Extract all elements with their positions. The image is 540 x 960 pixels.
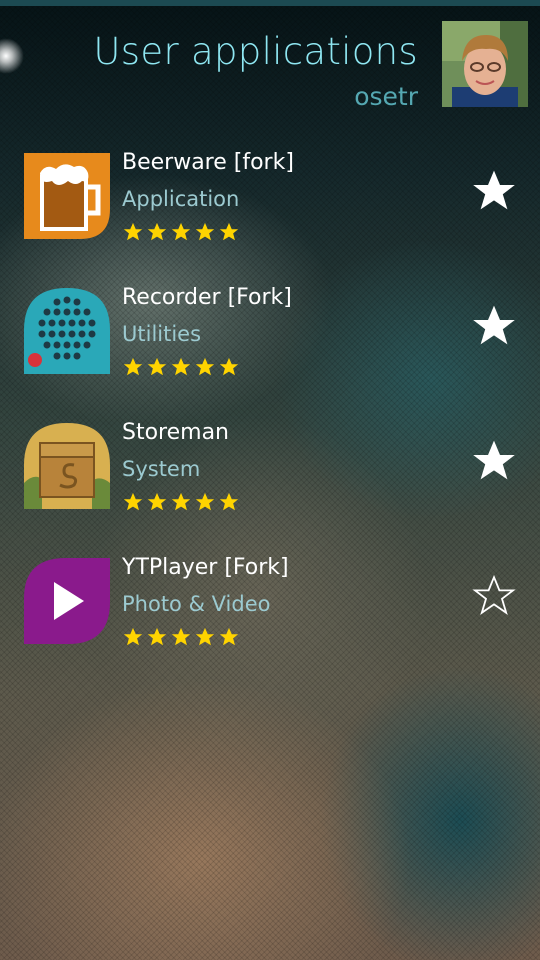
star-filled-icon xyxy=(473,305,515,345)
page-title: User applications xyxy=(93,30,418,73)
star-icon xyxy=(171,492,191,511)
app-name: Storeman xyxy=(122,420,230,445)
star-icon xyxy=(195,492,215,511)
star-icon xyxy=(147,492,167,511)
star-icon xyxy=(171,357,191,376)
favorite-star-button[interactable] xyxy=(470,572,518,620)
favorite-star-button[interactable] xyxy=(470,437,518,485)
star-icon xyxy=(147,357,167,376)
star-icon xyxy=(219,222,239,241)
username-label: osetr xyxy=(354,82,418,111)
rating-stars xyxy=(122,626,242,650)
app-name: Recorder [Fork] xyxy=(122,285,292,310)
app-category: Photo & Video xyxy=(122,592,271,616)
star-icon xyxy=(219,627,239,646)
play-icon xyxy=(24,558,110,644)
list-item[interactable]: YTPlayer [Fork] Photo & Video xyxy=(0,540,540,675)
rating-stars xyxy=(122,356,242,380)
star-icon xyxy=(195,357,215,376)
rating-stars xyxy=(122,221,242,245)
list-item[interactable]: Recorder [Fork] Utilities xyxy=(0,270,540,405)
star-filled-icon xyxy=(473,170,515,210)
rating-stars xyxy=(122,491,242,515)
avatar[interactable] xyxy=(442,21,528,107)
recorder-speaker-icon xyxy=(24,288,110,374)
avatar-photo xyxy=(442,21,528,107)
star-icon xyxy=(171,222,191,241)
list-item[interactable]: Beerware [fork] Application xyxy=(0,135,540,270)
star-icon xyxy=(219,492,239,511)
app-category: Application xyxy=(122,187,240,211)
star-icon xyxy=(195,222,215,241)
app-name: YTPlayer [Fork] xyxy=(122,555,289,580)
star-icon xyxy=(147,627,167,646)
app-category: System xyxy=(122,457,201,481)
list-item[interactable]: Storeman System xyxy=(0,405,540,540)
app-name: Beerware [fork] xyxy=(122,150,294,175)
favorite-star-button[interactable] xyxy=(470,167,518,215)
star-filled-icon xyxy=(473,440,515,480)
star-icon xyxy=(147,222,167,241)
app-category: Utilities xyxy=(122,322,202,346)
star-icon xyxy=(123,492,143,511)
star-icon xyxy=(219,357,239,376)
favorite-star-button[interactable] xyxy=(470,302,518,350)
star-icon xyxy=(195,627,215,646)
top-edge-bar xyxy=(0,0,540,6)
star-icon xyxy=(123,357,143,376)
star-outline-icon xyxy=(472,574,516,615)
app-list: Beerware [fork] Application Recorder [Fo… xyxy=(0,135,540,675)
star-icon xyxy=(123,222,143,241)
storeman-box-icon xyxy=(24,423,110,509)
star-icon xyxy=(123,627,143,646)
pulley-glow-indicator xyxy=(0,38,24,74)
star-icon xyxy=(171,627,191,646)
beer-mug-icon xyxy=(24,153,110,239)
